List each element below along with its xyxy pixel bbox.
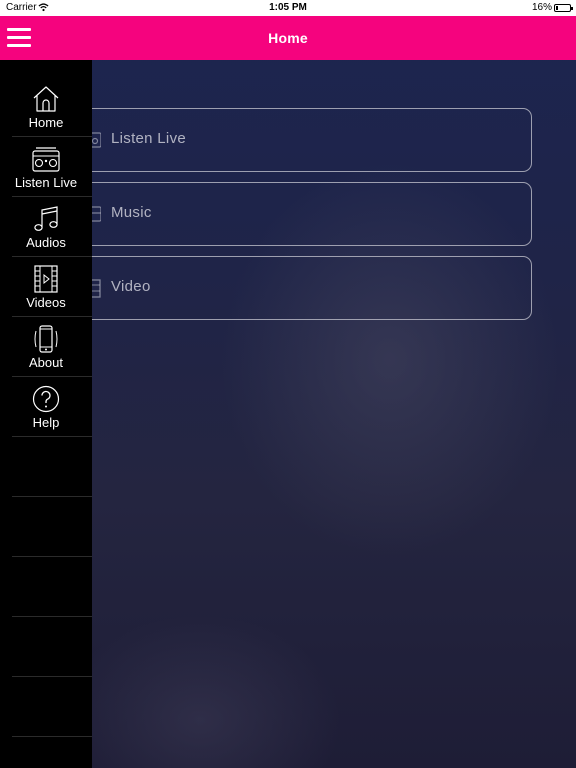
sidebar-empty-row [12,677,92,737]
status-bar: Carrier 1:05 PM 16% [0,0,576,16]
status-time: 1:05 PM [269,2,307,13]
battery-fill [556,6,558,10]
nav-bar: Home [0,16,576,60]
sidebar-empty-row [12,557,92,617]
phone-icon [34,325,58,353]
sidebar-item-audios[interactable]: Audios [12,197,92,257]
sidebar-item-label: About [29,355,63,370]
music-button[interactable]: Music [70,182,532,246]
sidebar-item-home[interactable]: Home [12,77,92,137]
music-label: Music [111,204,152,221]
help-icon [32,385,60,413]
video-button[interactable]: Video [70,256,532,320]
video-film-icon [34,265,58,293]
sidebar-item-listen-live[interactable]: Listen Live [12,137,92,197]
sidebar-empty-row [12,437,92,497]
music-notes-icon [34,206,58,231]
sidebar-item-help[interactable]: Help [12,377,92,437]
sidebar: Home Listen Live Audios Videos About Hel… [0,60,92,768]
video-label: Video [111,278,151,295]
sidebar-item-label: Audios [26,235,66,250]
sidebar-empty-row [12,617,92,677]
sidebar-item-videos[interactable]: Videos [12,257,92,317]
battery-percent: 16% [531,2,552,13]
sidebar-item-label: Home [28,115,64,130]
sidebar-item-about[interactable]: About [12,317,92,377]
page-title: Home [268,30,308,46]
sidebar-item-label: Help [32,415,60,430]
battery-icon [554,4,573,12]
sidebar-item-label: Listen Live [14,175,78,190]
radio-icon [32,147,60,172]
sidebar-item-label: Videos [26,295,66,310]
home-icon [33,86,59,112]
listen-live-button[interactable]: Listen Live [70,108,532,172]
listen-live-label: Listen Live [111,130,187,147]
sidebar-empty-row [12,497,92,557]
